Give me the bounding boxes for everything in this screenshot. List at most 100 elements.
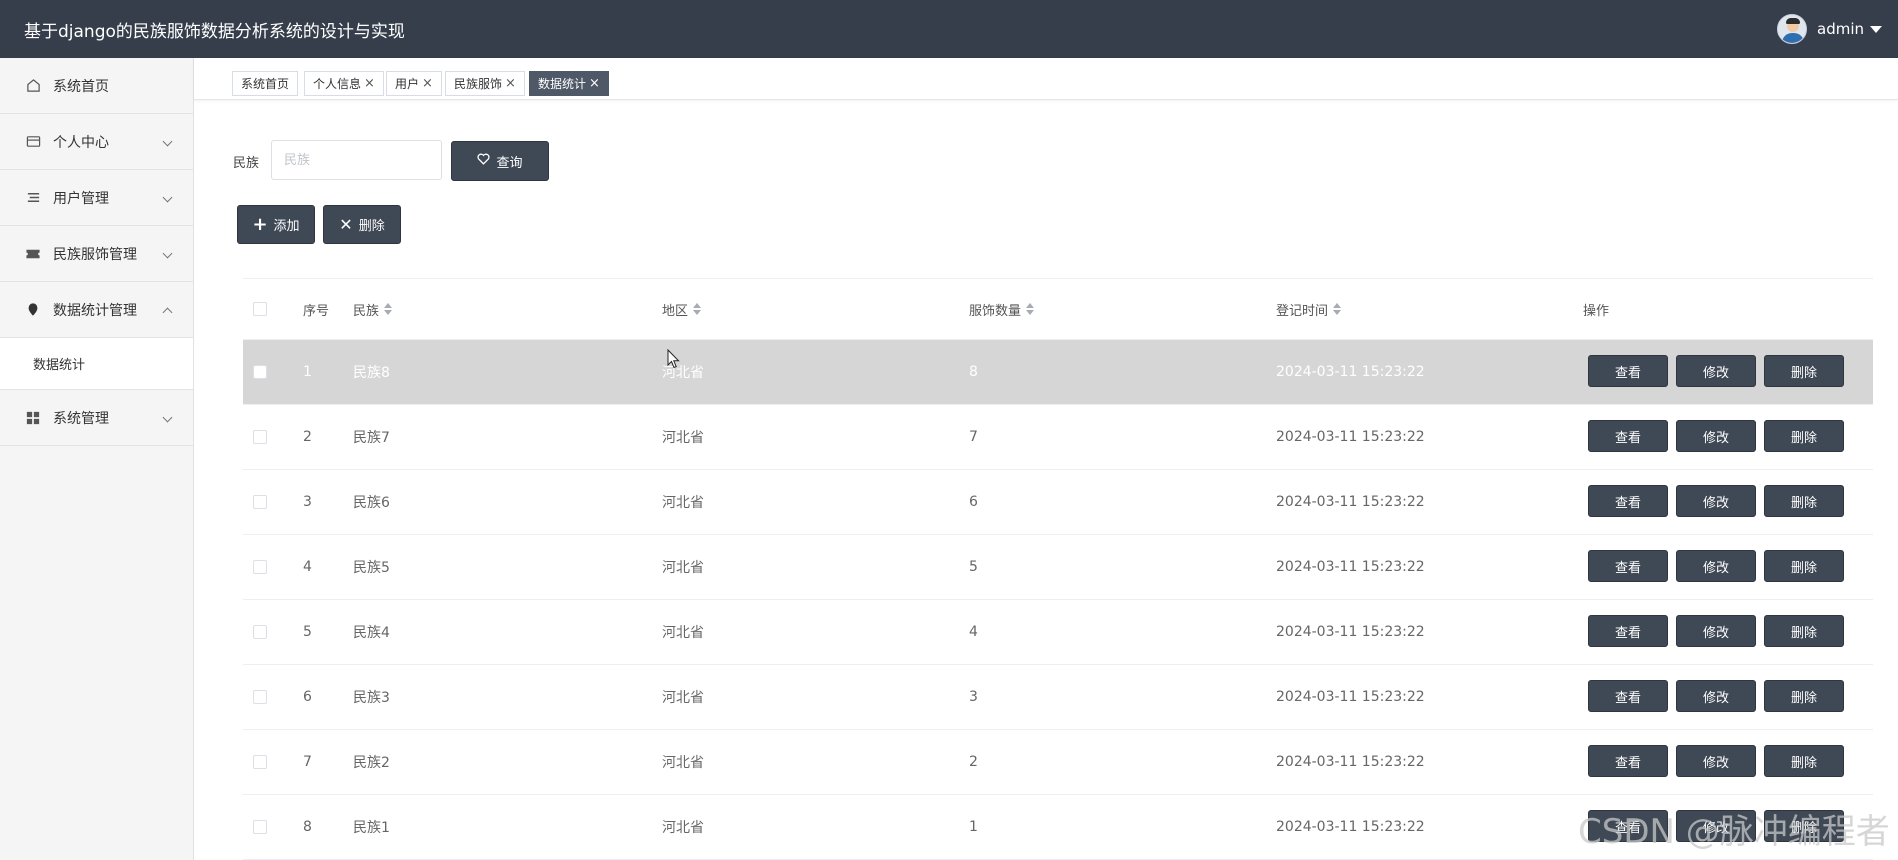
edit-button[interactable]: 修改 xyxy=(1676,615,1756,647)
edit-button[interactable]: 修改 xyxy=(1676,485,1756,517)
table-row[interactable]: 6 民族3 河北省 3 2024-03-11 15:23:22 查看 修改 删除 xyxy=(243,665,1873,730)
chevron-down-icon xyxy=(162,192,173,203)
column-header-count[interactable]: 服饰数量 xyxy=(969,279,1035,339)
home-icon xyxy=(25,78,41,94)
heart-icon xyxy=(477,153,491,169)
cell-time: 2024-03-11 15:23:22 xyxy=(1276,494,1425,510)
delete-button[interactable]: 删除 xyxy=(1764,680,1844,712)
sort-icon[interactable] xyxy=(1026,303,1035,315)
cell-index: 6 xyxy=(303,689,312,705)
close-icon[interactable]: × xyxy=(589,76,600,91)
add-button[interactable]: + 添加 xyxy=(237,205,315,244)
sidebar-item-users[interactable]: 用户管理 xyxy=(0,170,193,226)
tab-label: 数据统计 xyxy=(538,77,587,91)
cell-nation: 民族7 xyxy=(353,430,390,446)
select-all-checkbox[interactable] xyxy=(253,302,267,316)
row-checkbox[interactable] xyxy=(253,820,267,834)
close-icon[interactable]: × xyxy=(422,76,433,91)
username[interactable]: admin xyxy=(1817,20,1864,38)
delete-button[interactable]: 删除 xyxy=(1764,485,1844,517)
cell-region: 河北省 xyxy=(662,625,704,641)
column-header-region[interactable]: 地区 xyxy=(662,279,702,339)
tab-label: 用户 xyxy=(395,77,420,91)
table-row[interactable]: 3 民族6 河北省 6 2024-03-11 15:23:22 查看 修改 删除 xyxy=(243,470,1873,535)
sidebar-item-system[interactable]: 系统管理 xyxy=(0,390,193,446)
cell-nation: 民族5 xyxy=(353,560,390,576)
user-menu[interactable]: admin xyxy=(1777,14,1882,44)
search-button[interactable]: 查询 xyxy=(451,141,549,181)
edit-button[interactable]: 修改 xyxy=(1676,420,1756,452)
tab-personal-info[interactable]: 个人信息 × xyxy=(304,71,384,96)
view-button[interactable]: 查看 xyxy=(1588,615,1668,647)
caret-down-icon[interactable] xyxy=(1870,25,1882,33)
cell-index: 7 xyxy=(303,754,312,770)
chevron-down-icon xyxy=(162,136,173,147)
cell-time: 2024-03-11 15:23:22 xyxy=(1276,429,1425,445)
row-checkbox[interactable] xyxy=(253,625,267,639)
delete-button[interactable]: 删除 xyxy=(1764,615,1844,647)
edit-button[interactable]: 修改 xyxy=(1676,680,1756,712)
row-checkbox[interactable] xyxy=(253,560,267,574)
row-checkbox[interactable] xyxy=(253,755,267,769)
sort-icon[interactable] xyxy=(1333,303,1342,315)
delete-selected-button[interactable]: ✕ 删除 xyxy=(323,205,401,244)
sidebar-item-personal[interactable]: 个人中心 xyxy=(0,114,193,170)
sort-icon[interactable] xyxy=(384,303,393,315)
edit-button[interactable]: 修改 xyxy=(1676,355,1756,387)
view-button[interactable]: 查看 xyxy=(1588,550,1668,582)
cell-index: 2 xyxy=(303,429,312,445)
cell-region: 河北省 xyxy=(662,560,704,576)
tab-users[interactable]: 用户 × xyxy=(386,71,442,96)
sort-icon[interactable] xyxy=(693,303,702,315)
table-row[interactable]: 7 民族2 河北省 2 2024-03-11 15:23:22 查看 修改 删除 xyxy=(243,730,1873,795)
cell-count: 5 xyxy=(969,559,978,575)
tab-label: 个人信息 xyxy=(313,77,362,91)
cell-count: 1 xyxy=(969,819,978,835)
column-header-time[interactable]: 登记时间 xyxy=(1276,279,1342,339)
sidebar-item-stats[interactable]: 数据统计管理 xyxy=(0,282,193,338)
column-header-index: 序号 xyxy=(303,303,330,319)
mouse-cursor-icon xyxy=(667,348,680,373)
close-icon[interactable]: × xyxy=(505,76,516,91)
edit-button[interactable]: 修改 xyxy=(1676,745,1756,777)
grid-icon xyxy=(25,410,41,426)
avatar[interactable] xyxy=(1777,14,1807,44)
view-button[interactable]: 查看 xyxy=(1588,680,1668,712)
cell-region: 河北省 xyxy=(662,430,704,446)
column-header-nation[interactable]: 民族 xyxy=(353,279,393,339)
table-row[interactable]: 2 民族7 河北省 7 2024-03-11 15:23:22 查看 修改 删除 xyxy=(243,405,1873,470)
close-icon[interactable]: × xyxy=(364,76,375,91)
row-checkbox[interactable] xyxy=(253,430,267,444)
sidebar-subitem-label: 数据统计 xyxy=(33,358,86,373)
tab-costume[interactable]: 民族服饰 × xyxy=(445,71,525,96)
table-row[interactable]: 4 民族5 河北省 5 2024-03-11 15:23:22 查看 修改 删除 xyxy=(243,535,1873,600)
view-button[interactable]: 查看 xyxy=(1588,355,1668,387)
view-button[interactable]: 查看 xyxy=(1588,745,1668,777)
row-checkbox[interactable] xyxy=(253,495,267,509)
view-button[interactable]: 查看 xyxy=(1588,485,1668,517)
table-row[interactable]: 1 民族8 河北省 8 2024-03-11 15:23:22 查看 修改 删除 xyxy=(243,340,1873,405)
row-checkbox[interactable] xyxy=(253,690,267,704)
cell-nation: 民族2 xyxy=(353,755,390,771)
data-table: 序号 民族 地区 服饰数量 登记时间 操作 1 民族8 河北省 8 2024-0… xyxy=(243,278,1873,860)
search-input[interactable] xyxy=(271,140,442,180)
sidebar-item-label: 系统管理 xyxy=(53,410,109,427)
card-icon xyxy=(25,134,41,150)
sidebar-item-home[interactable]: 系统首页 xyxy=(0,58,193,114)
delete-button[interactable]: 删除 xyxy=(1764,550,1844,582)
delete-button[interactable]: 删除 xyxy=(1764,355,1844,387)
table-row[interactable]: 5 民族4 河北省 4 2024-03-11 15:23:22 查看 修改 删除 xyxy=(243,600,1873,665)
sidebar-item-costume[interactable]: 民族服饰管理 xyxy=(0,226,193,282)
tab-statistics[interactable]: 数据统计 × xyxy=(529,71,609,96)
delete-button[interactable]: 删除 xyxy=(1764,745,1844,777)
cell-region: 河北省 xyxy=(662,755,704,771)
edit-button[interactable]: 修改 xyxy=(1676,550,1756,582)
row-checkbox[interactable] xyxy=(253,365,267,379)
sidebar-subitem-statistics[interactable]: 数据统计 xyxy=(0,338,193,390)
view-button[interactable]: 查看 xyxy=(1588,420,1668,452)
tab-home[interactable]: 系统首页 xyxy=(232,71,299,96)
cell-nation: 民族1 xyxy=(353,820,390,836)
cell-region: 河北省 xyxy=(662,495,704,511)
sidebar-item-label: 数据统计管理 xyxy=(53,302,137,319)
delete-button[interactable]: 删除 xyxy=(1764,420,1844,452)
